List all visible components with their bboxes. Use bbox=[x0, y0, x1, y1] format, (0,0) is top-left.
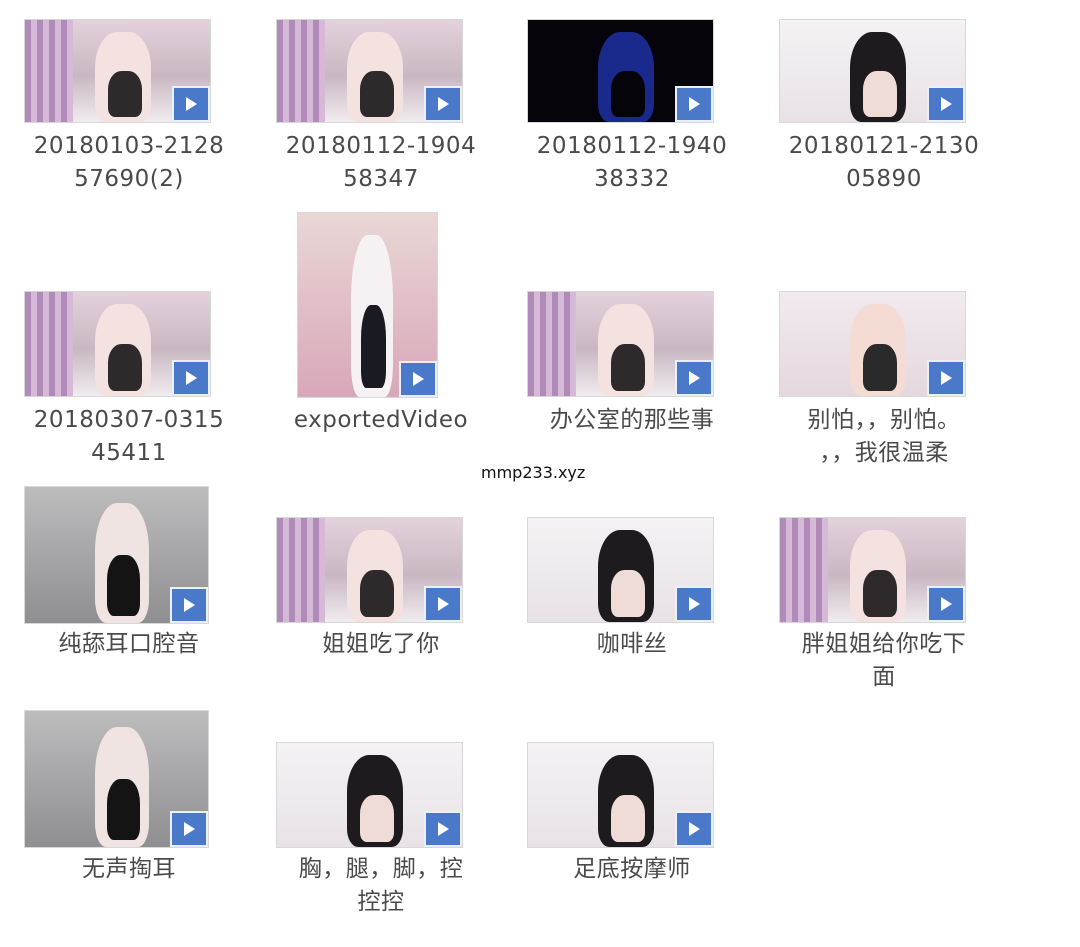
figure-detail-shape bbox=[611, 570, 645, 617]
video-thumbnail[interactable] bbox=[528, 518, 713, 622]
file-name-label: 胸，腿，脚，控 控控 bbox=[298, 856, 464, 915]
play-icon bbox=[424, 586, 462, 622]
curtain-shape bbox=[25, 292, 74, 396]
play-icon bbox=[172, 360, 210, 396]
play-icon bbox=[927, 360, 965, 396]
play-icon bbox=[424, 86, 462, 122]
file-name-label: 纯舔耳口腔音 bbox=[58, 631, 200, 657]
play-icon bbox=[675, 811, 713, 847]
file-name-label: 20180112-1940 38332 bbox=[536, 133, 728, 192]
video-thumbnail[interactable] bbox=[780, 292, 965, 396]
figure-detail-shape bbox=[108, 344, 142, 391]
video-thumbnail[interactable] bbox=[528, 20, 713, 122]
file-name-label: 办公室的那些事 bbox=[549, 407, 715, 433]
play-icon bbox=[170, 587, 208, 623]
file-name-label: 无声掏耳 bbox=[82, 856, 176, 882]
file-name-label: 足底按摩师 bbox=[573, 856, 691, 882]
play-icon bbox=[172, 86, 210, 122]
curtain-shape bbox=[277, 518, 326, 622]
video-thumbnail[interactable] bbox=[780, 20, 965, 122]
video-thumbnail[interactable] bbox=[298, 213, 437, 397]
file-name-label: 20180307-0315 45411 bbox=[33, 407, 225, 466]
figure-detail-shape bbox=[863, 570, 897, 617]
file-name-label: 20180112-1904 58347 bbox=[285, 133, 477, 192]
curtain-shape bbox=[780, 518, 829, 622]
video-thumbnail[interactable] bbox=[780, 518, 965, 622]
figure-detail-shape bbox=[360, 795, 394, 842]
play-icon bbox=[170, 811, 208, 847]
file-name-label: exportedVideo bbox=[293, 407, 469, 433]
file-name-label: 胖姐姐给你吃下 面 bbox=[801, 631, 967, 690]
video-thumbnail[interactable] bbox=[25, 711, 208, 847]
video-thumbnail[interactable] bbox=[277, 518, 462, 622]
figure-detail-shape bbox=[107, 779, 141, 841]
video-thumbnail[interactable] bbox=[277, 743, 462, 847]
play-icon bbox=[424, 811, 462, 847]
file-name-label: 20180121-2130 05890 bbox=[788, 133, 980, 192]
file-name-label: 咖啡丝 bbox=[596, 631, 668, 657]
figure-detail-shape bbox=[360, 305, 386, 388]
figure-detail-shape bbox=[863, 71, 897, 117]
file-name-label: 20180103-2128 57690(2) bbox=[33, 133, 225, 192]
figure-detail-shape bbox=[360, 570, 394, 617]
figure-detail-shape bbox=[360, 71, 394, 117]
figure-detail-shape bbox=[611, 71, 645, 117]
video-thumbnail[interactable] bbox=[25, 487, 208, 623]
video-thumbnail[interactable] bbox=[528, 743, 713, 847]
figure-detail-shape bbox=[863, 344, 897, 391]
file-name-label: 姐姐吃了你 bbox=[322, 631, 440, 657]
play-icon bbox=[927, 86, 965, 122]
curtain-shape bbox=[277, 20, 326, 122]
curtain-shape bbox=[528, 292, 577, 396]
play-icon bbox=[399, 361, 437, 397]
figure-detail-shape bbox=[611, 344, 645, 391]
file-name-label: 别怕，，别怕。 ，，我很温柔 bbox=[807, 407, 961, 466]
video-thumbnail[interactable] bbox=[528, 292, 713, 396]
watermark-text: mmp233.xyz bbox=[481, 463, 586, 482]
video-thumbnail[interactable] bbox=[25, 20, 210, 122]
figure-detail-shape bbox=[611, 795, 645, 842]
figure-detail-shape bbox=[107, 555, 141, 617]
play-icon bbox=[675, 360, 713, 396]
video-thumbnail[interactable] bbox=[277, 20, 462, 122]
play-icon bbox=[675, 86, 713, 122]
play-icon bbox=[675, 586, 713, 622]
video-thumbnail[interactable] bbox=[25, 292, 210, 396]
play-icon bbox=[927, 586, 965, 622]
figure-detail-shape bbox=[108, 71, 142, 117]
curtain-shape bbox=[25, 20, 74, 122]
